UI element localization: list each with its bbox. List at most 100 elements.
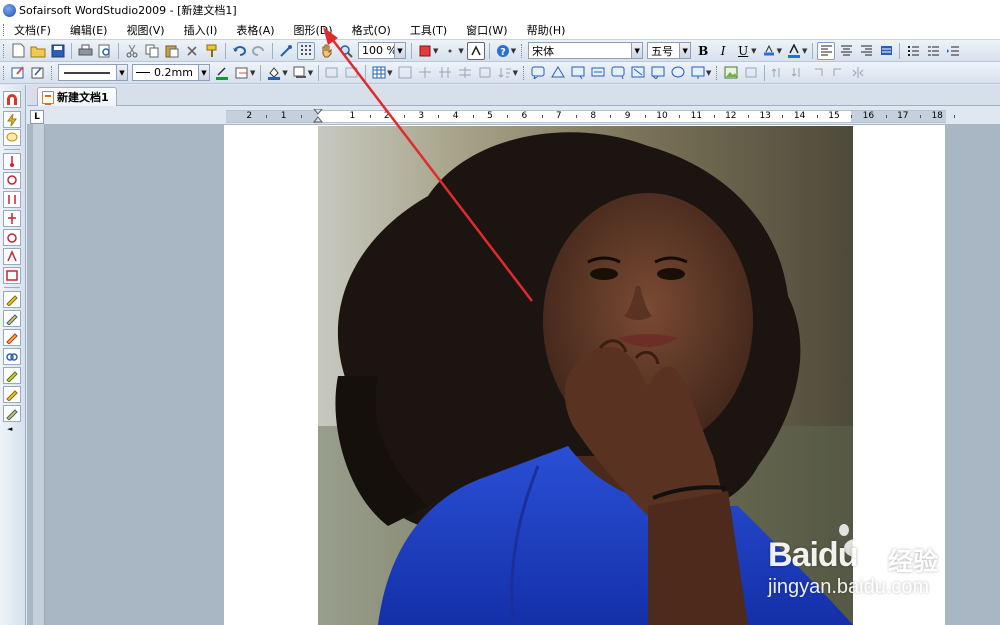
toolbar-grip[interactable] (3, 65, 6, 80)
send-backward-icon[interactable] (789, 64, 807, 82)
screenshot-icon[interactable] (742, 64, 760, 82)
tab-document[interactable]: 新建文档1 (37, 87, 117, 106)
print-icon[interactable] (76, 42, 94, 60)
menu-view[interactable]: 视图(V) (126, 22, 164, 38)
lightning-icon[interactable] (3, 111, 21, 128)
toolbar-grip[interactable] (51, 65, 54, 80)
dropdown-arrow-icon[interactable]: ▼ (387, 69, 392, 77)
line-style-select[interactable]: ▼ (58, 64, 128, 81)
textbox-style3-icon[interactable] (569, 64, 587, 82)
edit-shape-icon[interactable] (9, 64, 27, 82)
justify-icon[interactable] (877, 42, 895, 60)
textbox-style4-icon[interactable] (589, 64, 607, 82)
fill-color-icon[interactable] (265, 64, 283, 82)
toolbar-grip[interactable] (3, 43, 6, 58)
dropdown-arrow-icon[interactable]: ▼ (777, 47, 782, 55)
textbox-style1-icon[interactable] (529, 64, 547, 82)
ungroup-disabled-icon[interactable] (343, 64, 361, 82)
undo-icon[interactable] (230, 42, 248, 60)
zoom-select[interactable]: 100 % ▼ (358, 42, 406, 59)
menu-table[interactable]: 表格(A) (236, 22, 274, 38)
textbox-style8-icon[interactable] (669, 64, 687, 82)
redo-icon[interactable] (250, 42, 268, 60)
toolbar-grip[interactable] (521, 43, 524, 58)
field-icon[interactable] (466, 41, 485, 60)
shape-tool-3-icon[interactable] (3, 191, 21, 208)
dropdown-arrow-icon[interactable]: ▼ (706, 69, 711, 77)
align-left-icon[interactable] (817, 41, 836, 60)
toolbar-grip[interactable] (716, 65, 719, 80)
shape-tool-4-icon[interactable] (3, 210, 21, 227)
italic-button[interactable]: I (714, 42, 732, 60)
hand-icon[interactable] (317, 42, 335, 60)
dropdown-arrow-icon[interactable]: ▼ (511, 47, 516, 55)
menu-help[interactable]: 帮助(H) (527, 22, 566, 38)
pen-tool-4-icon[interactable] (3, 367, 21, 384)
format-painter-icon[interactable] (203, 42, 221, 60)
pen-tool-1-icon[interactable] (3, 291, 21, 308)
rotate-right-icon[interactable] (829, 64, 847, 82)
align-right-icon[interactable] (857, 42, 875, 60)
textbox-style2-icon[interactable] (549, 64, 567, 82)
dropdown-arrow-icon[interactable]: ▼ (802, 47, 807, 55)
menu-insert[interactable]: 插入(I) (184, 22, 218, 38)
link-tool-icon[interactable] (3, 348, 21, 365)
bold-button[interactable]: B (694, 42, 712, 60)
table-cell-icon[interactable] (396, 64, 414, 82)
table-insert-icon[interactable] (456, 64, 474, 82)
pen-tool-2-icon[interactable] (3, 310, 21, 327)
cut-icon[interactable] (123, 42, 141, 60)
edit-points-icon[interactable] (29, 64, 47, 82)
shape-tool-6-icon[interactable] (3, 248, 21, 265)
print-preview-icon[interactable] (96, 42, 114, 60)
shape-tool-2-icon[interactable] (3, 172, 21, 189)
shape-tool-5-icon[interactable] (3, 229, 21, 246)
flip-icon[interactable] (849, 64, 867, 82)
grid-icon[interactable] (297, 41, 315, 60)
dropdown-arrow-icon[interactable]: ▼ (458, 47, 463, 55)
zoom-icon[interactable] (337, 42, 355, 60)
tab-stop-selector[interactable]: L (30, 110, 44, 124)
menu-tools[interactable]: 工具(T) (410, 22, 447, 38)
palette-scroll-arrow-icon[interactable]: ◄ (7, 425, 12, 433)
dropdown-arrow-icon[interactable]: ▼ (751, 47, 756, 55)
chevron-down-icon[interactable]: ▼ (198, 65, 209, 80)
delete-icon[interactable] (183, 42, 201, 60)
menu-document[interactable]: 文档(F) (14, 22, 51, 38)
dropdown-arrow-icon[interactable]: ▼ (250, 69, 255, 77)
chevron-down-icon[interactable]: ▼ (116, 65, 127, 80)
font-size-select[interactable]: 五号 ▼ (647, 42, 692, 59)
line-type-icon[interactable] (233, 64, 251, 82)
line-color-icon[interactable] (213, 64, 231, 82)
table-split-icon[interactable] (436, 64, 454, 82)
menu-graphics[interactable]: 图形(D) (294, 22, 333, 38)
textbox-style7-icon[interactable] (649, 64, 667, 82)
insert-picture-icon[interactable] (722, 64, 740, 82)
textbox-style5-icon[interactable] (609, 64, 627, 82)
copy-icon[interactable] (143, 42, 161, 60)
open-folder-icon[interactable] (29, 42, 47, 60)
pen-tool-3-icon[interactable] (3, 329, 21, 346)
highlight-icon[interactable] (760, 42, 778, 60)
textbox-style6-icon[interactable] (629, 64, 647, 82)
insert-table-icon[interactable] (370, 64, 388, 82)
font-name-select[interactable]: 宋体 ▼ (528, 42, 644, 59)
group-disabled-icon[interactable] (323, 64, 341, 82)
insert-image-icon[interactable] (277, 42, 295, 60)
table-delete-icon[interactable] (476, 64, 494, 82)
chevron-down-icon[interactable]: ▼ (631, 43, 643, 58)
bullet-list-icon[interactable] (904, 42, 922, 60)
dropdown-arrow-icon[interactable]: ▼ (433, 47, 438, 55)
stamp-icon[interactable] (416, 42, 434, 60)
pen-tool-6-icon[interactable] (3, 405, 21, 422)
table-sort-icon[interactable] (496, 64, 514, 82)
line-width-select[interactable]: 0.2mm ▼ (132, 64, 210, 81)
textbox-style9-icon[interactable] (689, 64, 707, 82)
shape-tool-7-icon[interactable] (3, 267, 21, 284)
rotate-left-icon[interactable] (809, 64, 827, 82)
menu-format[interactable]: 格式(O) (352, 22, 391, 38)
font-color-icon[interactable] (785, 42, 803, 60)
align-center-icon[interactable] (837, 42, 855, 60)
table-merge-icon[interactable] (416, 64, 434, 82)
save-icon[interactable] (49, 42, 67, 60)
